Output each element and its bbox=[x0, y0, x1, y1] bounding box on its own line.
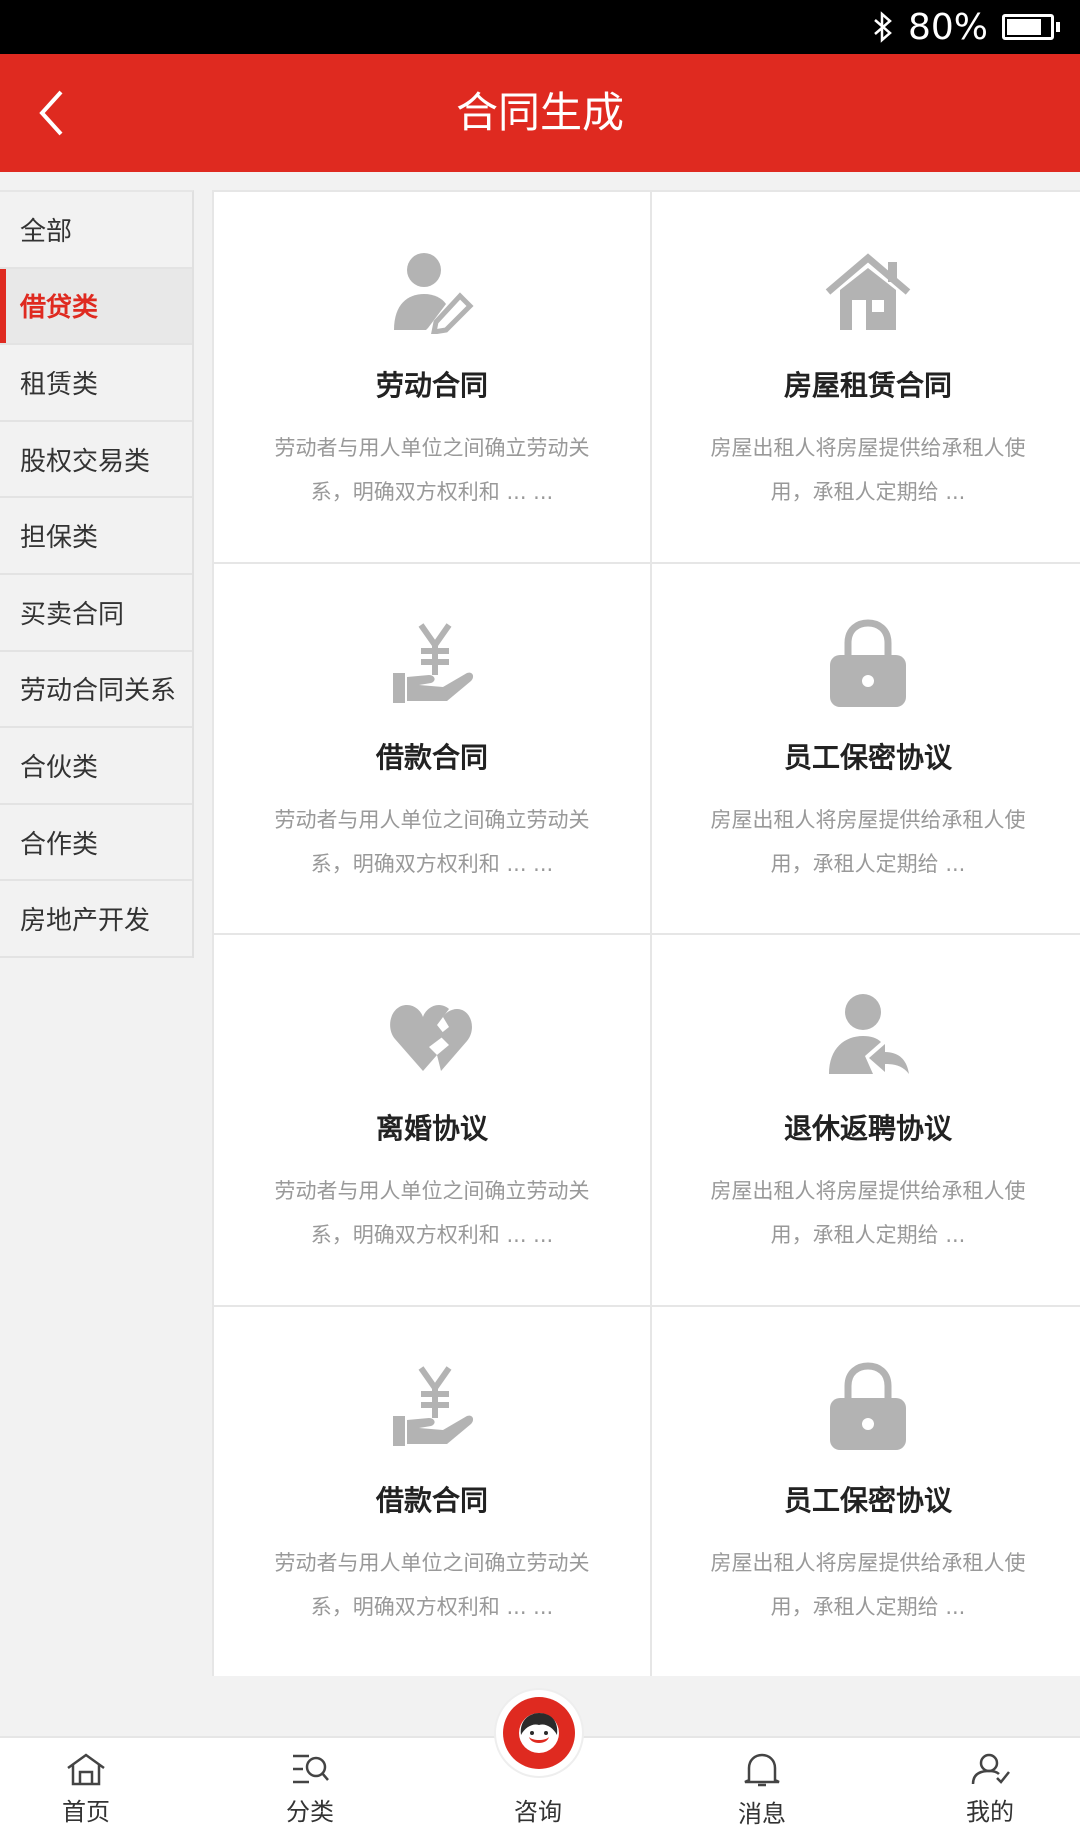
sidebar-item-cooperation[interactable]: 合作类 bbox=[0, 805, 192, 882]
house-icon bbox=[818, 242, 918, 342]
sidebar-item-label: 股权交易类 bbox=[20, 446, 151, 477]
card-title: 借款合同 bbox=[375, 740, 488, 774]
tab-label: 分类 bbox=[286, 1798, 334, 1826]
tab-label: 咨询 bbox=[514, 1798, 562, 1826]
sidebar-item-real-estate[interactable]: 房地产开发 bbox=[0, 881, 192, 958]
lock-icon bbox=[818, 614, 918, 714]
home-icon bbox=[67, 1753, 105, 1786]
sidebar-item-label: 借贷类 bbox=[20, 293, 99, 324]
contract-card[interactable]: 离婚协议 劳动者与用人单位之间确立劳动关系，明确双方权利和 ... ... bbox=[214, 935, 650, 1305]
contract-card[interactable]: 借款合同 劳动者与用人单位之间确立劳动关系，明确双方权利和 ... ... bbox=[214, 1306, 650, 1676]
card-description: 劳动者与用人单位之间确立劳动关系，明确双方权利和 ... ... bbox=[274, 1550, 590, 1619]
sidebar-item-label: 合伙类 bbox=[20, 752, 99, 783]
broken-hearts-icon bbox=[382, 985, 482, 1085]
sidebar-item-label: 买卖合同 bbox=[20, 599, 125, 630]
card-description: 房屋出租人将房屋提供给承租人使用，承租人定期给 ... bbox=[710, 1179, 1026, 1247]
sidebar-item-labor[interactable]: 劳动合同关系 bbox=[0, 652, 192, 729]
bell-icon bbox=[744, 1753, 780, 1787]
card-description: 房屋出租人将房屋提供给承租人使用，承租人定期给 ... bbox=[710, 807, 1026, 876]
status-bar: 80% bbox=[0, 0, 1080, 54]
card-title: 离婚协议 bbox=[375, 1112, 488, 1145]
sidebar-item-label: 房地产开发 bbox=[20, 906, 151, 937]
category-sidebar: 全部 借贷类 租赁类 股权交易类 担保类 买卖合同 劳动合同关系 合伙类 合作类… bbox=[0, 190, 194, 958]
sidebar-item-partnership[interactable]: 合伙类 bbox=[0, 728, 192, 805]
sidebar-item-label: 合作类 bbox=[20, 829, 99, 860]
page-title: 合同生成 bbox=[455, 88, 624, 137]
user-edit-icon bbox=[382, 242, 482, 342]
sidebar-item-all[interactable]: 全部 bbox=[0, 192, 192, 269]
card-description: 房屋出租人将房屋提供给承租人使用，承租人定期给 ... bbox=[710, 1550, 1026, 1619]
sidebar-item-lease[interactable]: 租赁类 bbox=[0, 345, 192, 422]
contract-grid: 劳动合同 劳动者与用人单位之间确立劳动关系，明确双方权利和 ... ... 房屋… bbox=[212, 190, 1080, 1676]
contract-card[interactable]: 房屋租赁合同 房屋出租人将房屋提供给承租人使用，承租人定期给 ... bbox=[652, 192, 1080, 562]
sidebar-item-label: 租赁类 bbox=[20, 369, 99, 400]
card-title: 退休返聘协议 bbox=[783, 1112, 952, 1145]
contract-card[interactable]: 员工保密协议 房屋出租人将房屋提供给承租人使用，承租人定期给 ... bbox=[652, 1306, 1080, 1676]
card-title: 劳动合同 bbox=[375, 369, 488, 402]
yen-hand-icon bbox=[382, 1357, 482, 1457]
tab-category[interactable]: 分类 bbox=[250, 1738, 370, 1848]
status-indicators: 80% bbox=[872, 0, 1060, 54]
contract-card[interactable]: 员工保密协议 房屋出租人将房屋提供给承租人使用，承租人定期给 ... bbox=[652, 563, 1080, 933]
battery-percentage: 80% bbox=[907, 6, 988, 48]
bluetooth-icon bbox=[872, 11, 894, 43]
sidebar-item-guarantee[interactable]: 担保类 bbox=[0, 498, 192, 575]
card-description: 劳动者与用人单位之间确立劳动关系，明确双方权利和 ... ... bbox=[274, 1179, 590, 1247]
tab-label: 我的 bbox=[966, 1798, 1014, 1826]
contract-card[interactable]: 劳动合同 劳动者与用人单位之间确立劳动关系，明确双方权利和 ... ... bbox=[214, 192, 650, 562]
sidebar-item-label: 劳动合同关系 bbox=[20, 676, 177, 707]
card-description: 劳动者与用人单位之间确立劳动关系，明确双方权利和 ... ... bbox=[274, 807, 590, 876]
tab-messages[interactable]: 消息 bbox=[702, 1738, 822, 1848]
card-title: 房屋租赁合同 bbox=[783, 369, 952, 402]
consult-button[interactable] bbox=[496, 1690, 582, 1776]
battery-icon bbox=[1002, 14, 1060, 40]
tab-label: 消息 bbox=[738, 1800, 786, 1828]
user-return-icon bbox=[818, 985, 918, 1085]
tab-profile[interactable]: 我的 bbox=[930, 1738, 1050, 1848]
tab-label: 首页 bbox=[62, 1798, 110, 1826]
sidebar-item-equity[interactable]: 股权交易类 bbox=[0, 422, 192, 499]
sidebar-item-label: 担保类 bbox=[20, 523, 99, 554]
card-title: 借款合同 bbox=[375, 1483, 488, 1517]
card-title: 员工保密协议 bbox=[783, 740, 952, 774]
user-profile-icon bbox=[971, 1753, 1010, 1785]
tab-home[interactable]: 首页 bbox=[26, 1738, 146, 1848]
card-title: 员工保密协议 bbox=[783, 1483, 952, 1517]
sidebar-item-sales[interactable]: 买卖合同 bbox=[0, 575, 192, 652]
yen-hand-icon bbox=[382, 614, 482, 714]
card-description: 房屋出租人将房屋提供给承租人使用，承租人定期给 ... bbox=[710, 436, 1026, 504]
app-header: 合同生成 bbox=[0, 54, 1080, 172]
sidebar-item-label: 全部 bbox=[20, 216, 73, 247]
category-search-icon bbox=[293, 1754, 329, 1784]
contract-card[interactable]: 退休返聘协议 房屋出租人将房屋提供给承租人使用，承租人定期给 ... bbox=[652, 935, 1080, 1305]
card-description: 劳动者与用人单位之间确立劳动关系，明确双方权利和 ... ... bbox=[274, 436, 590, 504]
consultant-avatar-icon bbox=[519, 1713, 559, 1753]
lock-icon bbox=[818, 1357, 918, 1457]
contract-card[interactable]: 借款合同 劳动者与用人单位之间确立劳动关系，明确双方权利和 ... ... bbox=[214, 563, 650, 933]
sidebar-item-loan[interactable]: 借贷类 bbox=[0, 268, 192, 346]
